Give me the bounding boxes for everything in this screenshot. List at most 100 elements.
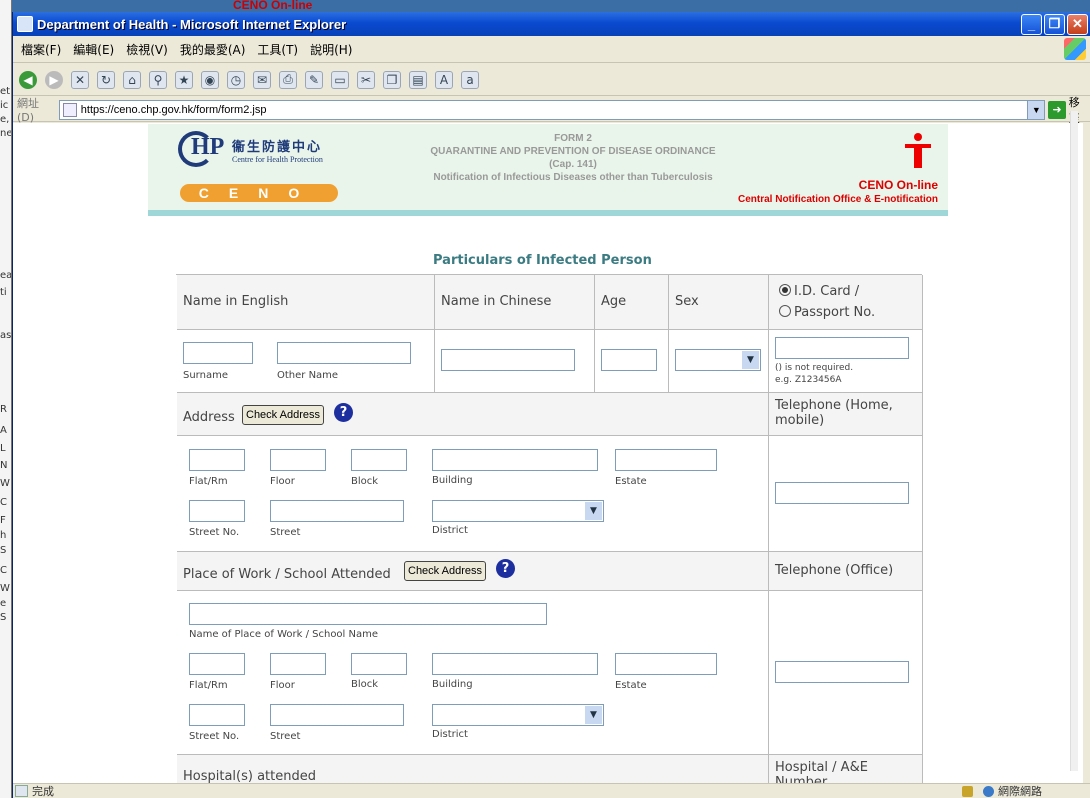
background-text-fragment: ti <box>0 287 7 298</box>
id-card-radio[interactable] <box>779 284 791 296</box>
chp-name-en: Centre for Health Protection <box>232 155 323 164</box>
id-card-option[interactable]: I.D. Card / <box>779 284 859 299</box>
passport-option[interactable]: Passport No. <box>779 305 875 320</box>
name-cn-cell <box>435 330 595 393</box>
history-icon[interactable]: ◷ <box>227 70 245 89</box>
sex-cell: ▼ <box>669 330 769 393</box>
work-name-input[interactable] <box>189 603 547 625</box>
refresh-icon[interactable]: ↻ <box>97 70 115 89</box>
background-text-fragment: N <box>0 460 8 471</box>
paste-icon[interactable]: ▤ <box>409 70 427 89</box>
surname-input[interactable] <box>183 342 253 364</box>
status-bar: 完成 網際網路 <box>13 783 1090 798</box>
work-street-input[interactable] <box>270 704 404 726</box>
forward-icon[interactable]: ▶ <box>45 70 63 89</box>
back-icon[interactable]: ◀ <box>19 70 37 89</box>
name-cn-input[interactable] <box>441 349 575 371</box>
other-name-input[interactable] <box>277 342 411 364</box>
background-text-fragment: e <box>0 598 7 609</box>
sex-select[interactable]: ▼ <box>675 349 761 371</box>
id-card-label: I.D. Card / <box>794 284 860 299</box>
work-flat-rm-input[interactable] <box>189 653 245 675</box>
edit-icon[interactable]: ✎ <box>305 70 323 89</box>
home-icon[interactable]: ⌂ <box>123 70 141 89</box>
work-name-label: Name of Place of Work / School Name <box>189 629 379 640</box>
close-button[interactable]: ✕ <box>1067 13 1088 35</box>
street-no-input[interactable] <box>189 500 245 522</box>
flat-rm-input[interactable] <box>189 449 245 471</box>
telephone-home-input[interactable] <box>775 482 909 504</box>
stop-icon[interactable]: ✕ <box>71 70 89 89</box>
ordinance-title: QUARANTINE AND PREVENTION OF DISEASE ORD… <box>430 146 716 157</box>
check-work-address-button[interactable]: Check Address <box>404 561 486 581</box>
copy-icon[interactable]: ❐ <box>383 70 401 89</box>
background-text-fragment: F <box>0 515 6 526</box>
maximize-button[interactable]: ❐ <box>1044 13 1065 35</box>
mail-icon[interactable]: ✉ <box>253 70 271 89</box>
work-estate-input[interactable] <box>615 653 717 675</box>
background-text-fragment: et <box>0 86 11 97</box>
folder-icon[interactable]: ▭ <box>331 70 349 89</box>
menu-file[interactable]: 檔案(F) <box>21 41 61 58</box>
id-number-input[interactable] <box>775 337 909 359</box>
translate-icon[interactable]: a <box>461 70 479 89</box>
chevron-down-icon: ▼ <box>585 502 602 520</box>
telephone-office-input[interactable] <box>775 661 909 683</box>
work-street-no-input[interactable] <box>189 704 245 726</box>
age-label: Age <box>601 294 627 309</box>
cno-label: Central Notification Office & E-notifica… <box>737 194 938 205</box>
search-icon[interactable]: ⚲ <box>149 70 167 89</box>
print-icon[interactable]: ⎙ <box>279 70 297 89</box>
work-floor-label: Floor <box>270 680 295 691</box>
go-icon[interactable]: ➜ <box>1048 100 1066 119</box>
particulars-form: Name in English Name in Chinese Age Sex … <box>176 274 923 783</box>
telephone-home-label: Telephone (Home, mobile) <box>775 398 893 428</box>
help-icon[interactable]: ? <box>334 403 353 422</box>
menu-edit[interactable]: 編輯(E) <box>73 41 114 58</box>
lock-icon <box>962 785 973 797</box>
minimize-button[interactable]: _ <box>1021 13 1042 35</box>
floor-input[interactable] <box>270 449 326 471</box>
menu-favorites[interactable]: 我的最愛(A) <box>180 41 246 58</box>
title-bar[interactable]: Department of Health - Microsoft Interne… <box>13 12 1090 36</box>
street-input[interactable] <box>270 500 404 522</box>
passport-radio[interactable] <box>779 305 791 317</box>
notification-title: Notification of Infectious Diseases othe… <box>433 172 713 183</box>
sex-label: Sex <box>675 294 699 309</box>
favorites-icon[interactable]: ★ <box>175 70 193 89</box>
vertical-scrollbar[interactable] <box>1070 111 1078 771</box>
telephone-office-label: Telephone (Office) <box>775 563 894 578</box>
work-district-select[interactable]: ▼ <box>432 704 604 726</box>
street-no-label: Street No. <box>189 527 240 538</box>
work-floor-input[interactable] <box>270 653 326 675</box>
menu-view[interactable]: 檢視(V) <box>126 41 168 58</box>
menu-tools[interactable]: 工具(T) <box>257 41 298 58</box>
background-text-fragment: W <box>0 583 10 594</box>
name-en-label: Name in English <box>183 294 289 309</box>
red-person-icon <box>905 133 931 168</box>
estate-input[interactable] <box>615 449 717 471</box>
url-field[interactable]: https://ceno.chp.gov.hk/form/form2.jsp ▼ <box>58 99 1046 120</box>
chevron-down-icon[interactable]: ▼ <box>1027 100 1045 119</box>
encoding-icon[interactable]: A <box>435 70 453 89</box>
media-icon[interactable]: ◉ <box>201 70 219 89</box>
name-cn-header: Name in Chinese <box>435 275 595 330</box>
name-en-cell: Surname Other Name <box>177 330 435 393</box>
menu-help[interactable]: 說明(H) <box>310 41 352 58</box>
block-input[interactable] <box>351 449 407 471</box>
section-title: Particulars of Infected Person <box>433 253 652 268</box>
address-label: 網址(D) <box>17 97 39 124</box>
district-select[interactable]: ▼ <box>432 500 604 522</box>
work-block-input[interactable] <box>351 653 407 675</box>
background-text-fragment: h <box>0 530 7 541</box>
check-address-button[interactable]: Check Address <box>242 405 324 425</box>
page-content: HP 衞生防護中心 Centre for Health Protection C… <box>13 123 1083 783</box>
work-building-input[interactable] <box>432 653 598 675</box>
age-input[interactable] <box>601 349 657 371</box>
ie-icon <box>17 16 33 32</box>
surname-label: Surname <box>183 370 228 381</box>
help-icon[interactable]: ? <box>496 559 515 578</box>
cut-icon[interactable]: ✂ <box>357 70 375 89</box>
building-input[interactable] <box>432 449 598 471</box>
telephone-home-cell <box>769 436 923 552</box>
